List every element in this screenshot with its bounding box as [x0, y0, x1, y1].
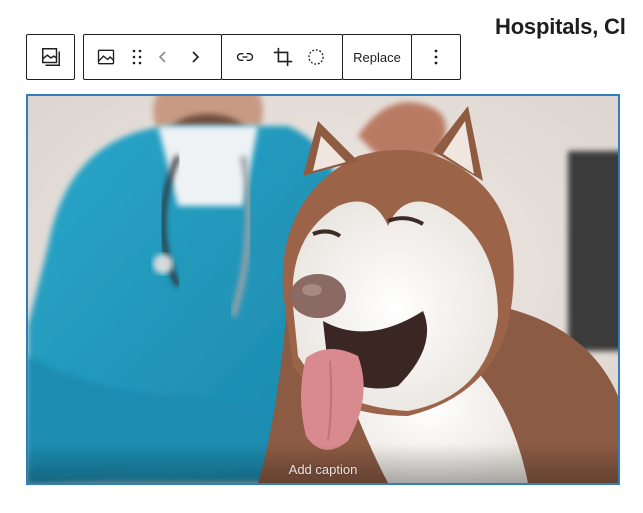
drag-handle-icon [132, 49, 142, 65]
replace-toolbar-group: Replace [342, 34, 412, 80]
move-right-button[interactable] [180, 35, 210, 79]
image-tools-toolbar-group [221, 34, 343, 80]
block-type-button[interactable] [27, 35, 74, 79]
image-block[interactable]: Add caption [26, 94, 620, 485]
drag-handle-button[interactable] [128, 35, 146, 79]
link-button[interactable] [222, 35, 268, 79]
chevron-right-icon [192, 51, 200, 63]
image-block-icon [41, 48, 60, 66]
replace-label: Replace [353, 49, 401, 65]
more-vertical-icon [434, 49, 438, 65]
image-align-icon [97, 49, 115, 65]
crop-button[interactable] [268, 35, 298, 79]
link-icon [236, 53, 254, 61]
dotted-circle-icon [308, 49, 324, 65]
more-toolbar-group [411, 34, 461, 80]
select-button[interactable] [298, 35, 334, 79]
block-type-toolbar-group [26, 34, 75, 80]
page-heading[interactable]: Hospitals, Cl [495, 14, 626, 40]
crop-icon [273, 47, 293, 67]
chevron-left-icon [158, 51, 166, 63]
photo [28, 96, 618, 483]
more-options-button[interactable] [412, 35, 460, 79]
replace-button[interactable]: Replace [343, 35, 411, 79]
align-button[interactable] [84, 35, 128, 79]
move-left-button[interactable] [146, 35, 180, 79]
caption-placeholder[interactable]: Add caption [28, 462, 618, 477]
block-move-toolbar-group [83, 34, 222, 80]
